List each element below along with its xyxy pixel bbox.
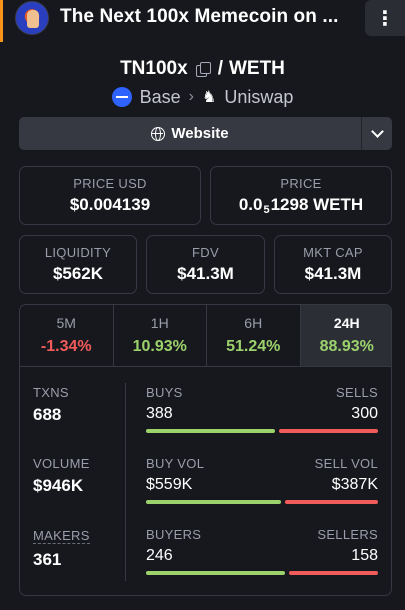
price-native-value: 0.051298 WETH: [238, 194, 364, 216]
kebab-menu-icon: ⋮: [375, 7, 395, 30]
header: The Next 100x Memecoin on ... ⋮: [0, 0, 405, 36]
price-change: -1.34%: [40, 338, 92, 355]
chain-name[interactable]: Base: [140, 87, 181, 108]
liquidity-label: LIQUIDITY: [44, 245, 112, 260]
uniswap-unicorn-icon: ♞: [201, 89, 217, 106]
makers-split: BUYERS SELLERS 246 158: [146, 527, 378, 575]
market-cap-value: $41.3M: [304, 264, 362, 283]
volume-split: BUY VOL SELL VOL $559K $387K: [146, 456, 378, 504]
fdv-label: FDV: [192, 245, 219, 260]
price-usd-value: $0.004139: [69, 195, 151, 214]
liquidity-value: $562K: [52, 264, 104, 283]
buy-volume-value: $559K: [146, 476, 193, 493]
makers-value: 361: [33, 550, 62, 569]
price-change: 10.93%: [132, 338, 187, 355]
fdv-card: FDV $41.3M: [146, 235, 265, 294]
buy-share-bar: [146, 571, 285, 575]
buyers-value: 246: [146, 547, 173, 564]
tab-label: 5M: [56, 315, 76, 331]
sell-volume-value: $387K: [331, 476, 378, 493]
sellers-value: 158: [351, 547, 378, 564]
tab-5m[interactable]: 5M -1.34%: [20, 305, 114, 366]
website-button[interactable]: Website: [19, 117, 361, 150]
base-chain-icon: [111, 87, 132, 107]
sell-volume-label: SELL VOL: [314, 456, 378, 471]
tab-6h[interactable]: 6H 51.24%: [207, 305, 301, 366]
price-change: 88.93%: [319, 338, 374, 355]
page-title: The Next 100x Memecoin on ...: [60, 6, 339, 27]
sell-share-bar: [288, 571, 378, 575]
buyers-label: BUYERS: [146, 527, 202, 542]
tab-label: 6H: [244, 315, 263, 331]
market-cap-label: MKT CAP: [303, 245, 363, 260]
volume-label: VOLUME: [33, 456, 90, 471]
buy-share-bar: [146, 429, 275, 433]
chain-breadcrumb: Base › ♞ Uniswap: [0, 84, 405, 110]
price-native-label: PRICE: [280, 175, 322, 191]
globe-icon: [151, 126, 166, 141]
market-cap-card: MKT CAP $41.3M: [274, 235, 392, 294]
sellers-label: SELLERS: [317, 527, 378, 542]
sell-share-bar: [284, 500, 378, 504]
pair-title: TN100x / WETH: [0, 56, 405, 82]
tab-label: 24H: [333, 315, 360, 331]
chevron-down-icon: [370, 125, 384, 138]
tab-1h[interactable]: 1H 10.93%: [114, 305, 207, 366]
more-menu-button[interactable]: ⋮: [365, 0, 405, 36]
price-usd-label: PRICE USD: [73, 176, 147, 191]
dex-name[interactable]: Uniswap: [224, 87, 293, 108]
fdv-value: $41.3M: [177, 264, 234, 283]
liquidity-card: LIQUIDITY $562K: [19, 235, 137, 294]
buy-volume-label: BUY VOL: [146, 456, 205, 471]
buy-share-bar: [146, 500, 281, 504]
tab-label: 1H: [150, 315, 169, 331]
price-usd-card: PRICE USD $0.004139: [19, 166, 201, 225]
price-change: 51.24%: [226, 338, 281, 355]
txns-label: TXNS: [33, 385, 69, 400]
sells-label: SELLS: [336, 385, 378, 400]
buys-value: 388: [146, 405, 173, 422]
txns-metric: TXNS 688: [33, 385, 123, 425]
price-native-card: PRICE 0.051298 WETH: [210, 166, 392, 225]
volume-value: $946K: [33, 476, 84, 495]
timeframe-tabs: 5M -1.34% 1H 10.93% 6H 51.24% 24H 88.93%: [20, 305, 391, 367]
txns-value: 688: [33, 405, 62, 424]
base-symbol: TN100x: [120, 58, 188, 79]
copy-icon[interactable]: [195, 62, 211, 77]
pair-separator: /: [217, 58, 223, 79]
stats-panel: 5M -1.34% 1H 10.93% 6H 51.24% 24H 88.93%…: [19, 304, 392, 596]
links-dropdown-button[interactable]: [361, 117, 392, 150]
quote-symbol: WETH: [228, 58, 285, 79]
makers-label: MAKERS: [33, 528, 90, 544]
chevron-right-icon: ›: [188, 88, 194, 105]
makers-metric: MAKERS 361: [33, 527, 123, 570]
sell-share-bar: [278, 429, 378, 433]
txns-split: BUYS SELLS 388 300: [146, 385, 378, 433]
token-avatar[interactable]: [15, 1, 49, 35]
sells-value: 300: [351, 405, 378, 422]
column-divider: [125, 383, 126, 581]
buys-label: BUYS: [146, 385, 183, 400]
volume-metric: VOLUME $946K: [33, 456, 123, 496]
website-label: Website: [171, 125, 229, 142]
tab-24h[interactable]: 24H 88.93%: [300, 305, 391, 366]
website-bar: Website: [19, 117, 392, 150]
